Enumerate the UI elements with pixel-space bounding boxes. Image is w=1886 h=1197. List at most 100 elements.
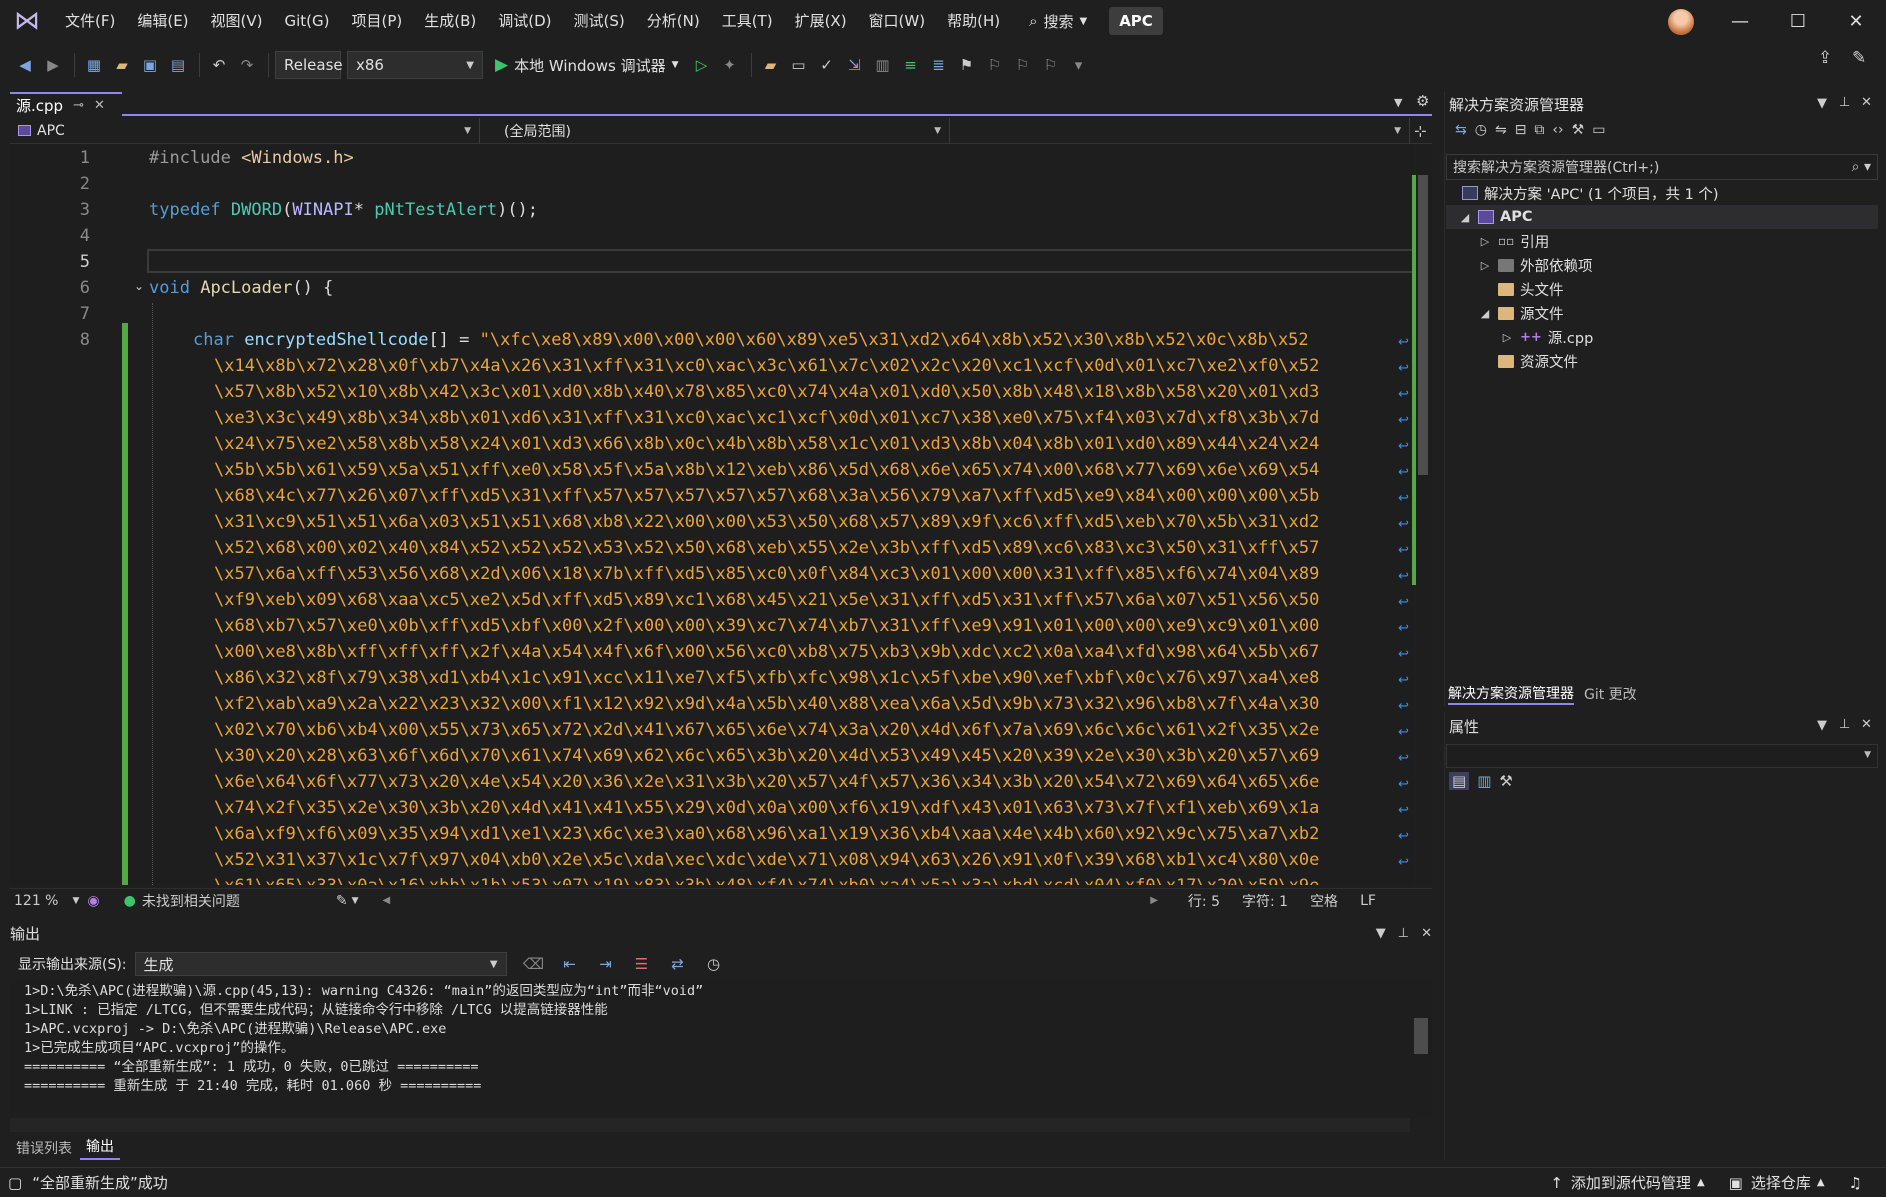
menu-git[interactable]: Git(G) xyxy=(274,0,341,42)
menu-file[interactable]: 文件(F) xyxy=(54,0,126,42)
collapse-all-icon[interactable]: ⊟ xyxy=(1515,122,1527,138)
tree-item-external-dependencies[interactable]: ▷ 外部依赖项 xyxy=(1478,253,1593,277)
categorized-icon[interactable]: ▤ xyxy=(1449,772,1470,790)
output-text-area[interactable]: 1>D:\免杀\APC(进程欺骗)\源.cpp(45,13): warning … xyxy=(10,982,1410,1120)
share-icon[interactable]: ⇪ xyxy=(1818,48,1832,68)
member-dropdown[interactable]: ▼ xyxy=(950,117,1410,144)
solution-configuration-dropdown[interactable]: Release ▼ xyxy=(275,51,358,79)
menu-project[interactable]: 项目(P) xyxy=(341,0,414,42)
preview-icon[interactable]: ▭ xyxy=(1592,122,1605,138)
prev-message-icon[interactable]: ⇤ xyxy=(557,951,583,977)
undo-icon[interactable]: ↶ xyxy=(206,52,232,78)
browse-folder-icon[interactable]: ▰ xyxy=(758,52,784,78)
minimize-button[interactable]: — xyxy=(1711,0,1769,42)
menu-analyze[interactable]: 分析(N) xyxy=(636,0,711,42)
new-project-icon[interactable]: ▦ xyxy=(81,52,107,78)
user-avatar[interactable] xyxy=(1668,9,1694,35)
copilot-icon[interactable]: ◉ xyxy=(87,893,99,909)
save-all-icon[interactable]: ▤ xyxy=(165,52,191,78)
navigate-back-icon[interactable]: ◀ xyxy=(12,52,38,78)
scope-dropdown[interactable]: (全局范围) ▼ xyxy=(480,117,950,144)
tab-solution-explorer[interactable]: 解决方案资源管理器 xyxy=(1448,683,1574,705)
breakpoints-icon[interactable]: ▥ xyxy=(870,52,896,78)
menu-view[interactable]: 视图(V) xyxy=(200,0,274,42)
outdent-icon[interactable]: ≣ xyxy=(926,52,952,78)
pin-icon[interactable]: ⊥ xyxy=(1839,95,1850,110)
menu-extensions[interactable]: 扩展(X) xyxy=(784,0,858,42)
tree-item-project-apc[interactable]: ◢ APC xyxy=(1446,205,1878,229)
notifications-bell-icon[interactable]: ♫ xyxy=(1849,1174,1862,1192)
close-icon[interactable]: ✕ xyxy=(1421,926,1432,941)
tab-list-dropdown-icon[interactable]: ▼ xyxy=(1394,96,1402,109)
properties-object-dropdown[interactable]: ▼ xyxy=(1446,744,1878,768)
add-to-source-control-button[interactable]: 添加到源代码管理 xyxy=(1571,1172,1691,1193)
scroll-left-icon[interactable]: ◀ xyxy=(383,895,391,906)
zoom-level-dropdown[interactable]: 121 % xyxy=(14,893,58,909)
menu-build[interactable]: 生成(B) xyxy=(413,0,487,42)
maximize-button[interactable]: ☐ xyxy=(1769,0,1827,42)
hot-reload-icon[interactable]: ✦ xyxy=(717,52,743,78)
document-tab-source-cpp[interactable]: 源.cpp ⊸ ✕ xyxy=(10,92,122,116)
tree-item-resource-files[interactable]: 资源文件 xyxy=(1478,349,1578,373)
indent-icon[interactable]: ≡ xyxy=(898,52,924,78)
back-forward-icon[interactable]: ⇋ xyxy=(1495,122,1507,138)
solution-search-input[interactable]: 搜索解决方案资源管理器(Ctrl+;) ⌕ ▾ xyxy=(1446,154,1878,180)
collapsed-arrow-icon[interactable]: ▷ xyxy=(1478,259,1492,272)
split-editor-icon[interactable]: ⊹ xyxy=(1414,122,1427,140)
navigate-forward-icon[interactable]: ▶ xyxy=(40,52,66,78)
collapsed-arrow-icon[interactable]: ▷ xyxy=(1478,235,1492,248)
menu-tools[interactable]: 工具(T) xyxy=(711,0,784,42)
next-bookmark-icon[interactable]: ⚐ xyxy=(1010,52,1036,78)
gear-icon[interactable]: ⚙ xyxy=(1416,92,1429,110)
bookmark-icon[interactable]: ⚑ xyxy=(954,52,980,78)
tree-item-source-files[interactable]: ◢ 源文件 xyxy=(1478,301,1564,325)
view-code-icon[interactable]: ‹› xyxy=(1552,122,1563,138)
tree-item-references[interactable]: ▷ ▫▫ 引用 xyxy=(1478,229,1550,253)
pin-icon[interactable]: ⊸ xyxy=(73,98,84,113)
menu-debug[interactable]: 调试(D) xyxy=(487,0,562,42)
step-into-icon[interactable]: ⇲ xyxy=(842,52,868,78)
toolbar-overflow-icon[interactable]: ▾ xyxy=(1066,52,1092,78)
next-message-icon[interactable]: ⇥ xyxy=(593,951,619,977)
project-name-badge[interactable]: APC xyxy=(1109,7,1163,35)
timestamp-icon[interactable]: ◷ xyxy=(701,951,727,977)
tab-output[interactable]: 输出 xyxy=(80,1134,120,1160)
menu-window[interactable]: 窗口(W) xyxy=(858,0,937,42)
pin-icon[interactable]: ⊥ xyxy=(1398,926,1409,941)
toggle-word-wrap-icon[interactable]: ⇄ xyxy=(665,951,691,977)
window-menu-icon[interactable]: ▼ xyxy=(1817,718,1827,733)
open-folder-icon[interactable]: ▰ xyxy=(109,52,135,78)
output-horizontal-scrollbar[interactable] xyxy=(10,1118,1410,1132)
output-source-dropdown[interactable]: 生成 ▼ xyxy=(134,952,507,976)
editor-scrollbar-thumb[interactable] xyxy=(1418,175,1428,475)
scroll-right-icon[interactable]: ▶ xyxy=(1150,895,1158,906)
line-ending[interactable]: LF xyxy=(1360,893,1376,909)
show-all-files-icon[interactable]: ⧉ xyxy=(1534,122,1544,138)
code-editor[interactable]: 1 2 3 4 5 6 7 8 ⌄ #include <Windows.h> t… xyxy=(10,145,1414,885)
start-debugging-button[interactable]: ▶ 本地 Windows 调试器 ▼ xyxy=(495,55,679,76)
window-menu-icon[interactable]: ▼ xyxy=(1817,96,1827,111)
save-icon[interactable]: ▣ xyxy=(137,52,163,78)
tab-git-changes[interactable]: Git 更改 xyxy=(1584,684,1637,704)
start-without-debugging-icon[interactable]: ▷ xyxy=(689,52,715,78)
pending-changes-icon[interactable]: ◷ xyxy=(1475,122,1487,138)
expanded-arrow-icon[interactable]: ◢ xyxy=(1458,211,1472,224)
tree-item-solution[interactable]: 解决方案 'APC' (1 个项目，共 1 个) xyxy=(1462,181,1719,205)
redo-icon[interactable]: ↷ xyxy=(234,52,260,78)
project-scope-dropdown[interactable]: APC ▼ xyxy=(10,117,480,144)
collapsed-arrow-icon[interactable]: ▷ xyxy=(1500,331,1514,344)
visual-studio-logo-icon[interactable]: ⋈ xyxy=(0,0,54,42)
clear-all-icon[interactable]: ☰ xyxy=(629,951,655,977)
prev-bookmark-icon[interactable]: ⚐ xyxy=(982,52,1008,78)
cursor-column[interactable]: 字符: 1 xyxy=(1242,891,1288,911)
close-icon[interactable]: ✕ xyxy=(1861,717,1872,732)
window-menu-icon[interactable]: ▼ xyxy=(1376,926,1386,941)
tab-error-list[interactable]: 错误列表 xyxy=(10,1136,78,1160)
sync-with-document-icon[interactable]: ⇆ xyxy=(1455,122,1467,138)
fold-collapse-icon[interactable]: ⌄ xyxy=(134,279,144,293)
find-message-icon[interactable]: ⌫ xyxy=(521,951,547,977)
output-scrollbar-thumb[interactable] xyxy=(1414,1018,1428,1054)
whitespace-mode[interactable]: 空格 xyxy=(1310,891,1338,911)
feedback-icon[interactable]: ✎ xyxy=(1852,48,1866,68)
tree-item-header-files[interactable]: 头文件 xyxy=(1478,277,1564,301)
